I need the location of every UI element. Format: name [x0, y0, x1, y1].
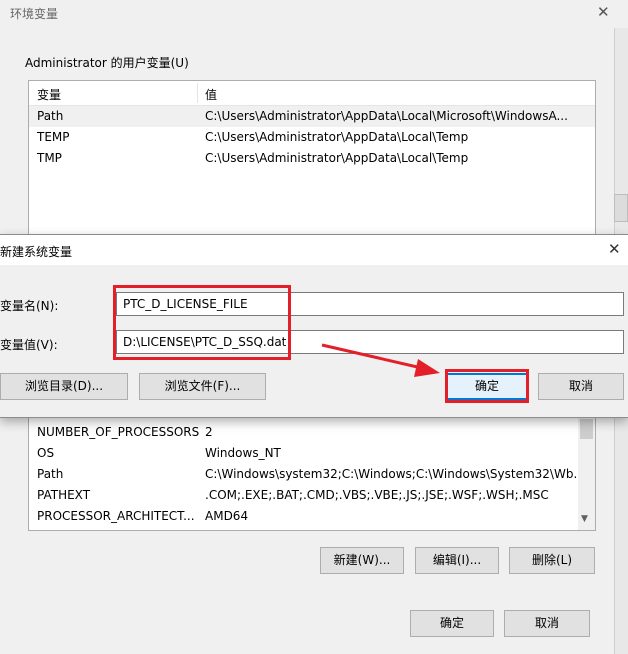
row-value: C:\Users\Administrator\AppData\Local\Mic… [205, 109, 568, 123]
table-row[interactable]: Path C:\Users\Administrator\AppData\Loca… [29, 106, 595, 127]
dialog-title: 环境变量 [10, 7, 59, 21]
close-icon[interactable]: ✕ [597, 3, 610, 21]
system-variables-list[interactable]: NUMBER_OF_PROCESSORS 2 OS Windows_NT Pat… [28, 400, 596, 531]
row-variable: PROCESSOR_ARCHITECT... [37, 509, 195, 523]
delete-button[interactable]: 删除(L) [509, 547, 595, 574]
table-row[interactable]: TMP C:\Users\Administrator\AppData\Local… [29, 148, 595, 169]
header-separator[interactable] [197, 83, 198, 103]
vertical-scrollbar[interactable]: ▼ [578, 401, 595, 530]
ok-button[interactable]: 确定 [410, 610, 494, 637]
row-value: C:\Windows\system32;C:\Windows;C:\Window… [205, 467, 585, 481]
row-variable: Path [37, 109, 64, 123]
table-row[interactable]: OS Windows_NT [29, 443, 595, 464]
annotation-arrow-icon [321, 343, 440, 377]
table-row[interactable]: TEMP C:\Users\Administrator\AppData\Loca… [29, 127, 595, 148]
scrollbar-thumb[interactable] [580, 419, 593, 439]
user-variables-label: Administrator 的用户变量(U) [25, 56, 189, 70]
variable-value-label: 变量值(V): [0, 338, 58, 352]
table-row[interactable]: NUMBER_OF_PROCESSORS 2 [29, 422, 595, 443]
confirm-button[interactable]: 确定 [446, 373, 528, 400]
row-variable: TMP [37, 151, 62, 165]
new-button[interactable]: 新建(W)... [320, 547, 404, 574]
user-variables-list[interactable]: 变量 值 Path C:\Users\Administrator\AppData… [28, 80, 596, 240]
row-variable: PATHEXT [37, 488, 91, 502]
variable-name-label: 变量名(N): [0, 299, 59, 313]
row-variable: Path [37, 467, 64, 481]
row-value: 2 [205, 425, 213, 439]
scroll-down-icon[interactable]: ▼ [581, 514, 588, 524]
row-variable: TEMP [37, 130, 70, 144]
table-row[interactable]: PATHEXT .COM;.EXE;.BAT;.CMD;.VBS;.VBE;.J… [29, 485, 595, 506]
row-value: Windows_NT [205, 446, 281, 460]
browse-file-button[interactable]: 浏览文件(F)... [139, 373, 266, 400]
browse-directory-button[interactable]: 浏览目录(D)... [0, 373, 128, 400]
header-value[interactable]: 值 [205, 86, 217, 103]
cancel-button[interactable]: 取消 [504, 610, 590, 637]
row-value: C:\Users\Administrator\AppData\Local\Tem… [205, 130, 469, 144]
new-system-variable-dialog: 新建系统变量 ✕ 变量名(N): PTC_D_LICENSE_FILE 变量值(… [0, 234, 628, 418]
close-icon[interactable]: ✕ [608, 240, 621, 258]
row-variable: NUMBER_OF_PROCESSORS [37, 425, 200, 439]
cancel-button[interactable]: 取消 [538, 373, 624, 400]
row-variable: OS [37, 446, 55, 460]
edit-button[interactable]: 编辑(I)... [415, 547, 499, 574]
row-value: AMD64 [205, 509, 249, 523]
window-edge-notch [614, 194, 628, 222]
list-header: 变量 值 [29, 81, 595, 106]
header-variable[interactable]: 变量 [37, 86, 61, 103]
row-value: .COM;.EXE;.BAT;.CMD;.VBS;.VBE;.JS;.JSE;.… [205, 488, 549, 502]
table-row[interactable]: Path C:\Windows\system32;C:\Windows;C:\W… [29, 464, 595, 485]
table-row[interactable]: PROCESSOR_ARCHITECT... AMD64 [29, 506, 595, 527]
row-value: C:\Users\Administrator\AppData\Local\Tem… [205, 151, 469, 165]
variable-name-input[interactable]: PTC_D_LICENSE_FILE [116, 292, 624, 316]
dialog-title: 新建系统变量 [0, 245, 73, 259]
dialog-titlebar: 新建系统变量 ✕ [0, 235, 628, 265]
